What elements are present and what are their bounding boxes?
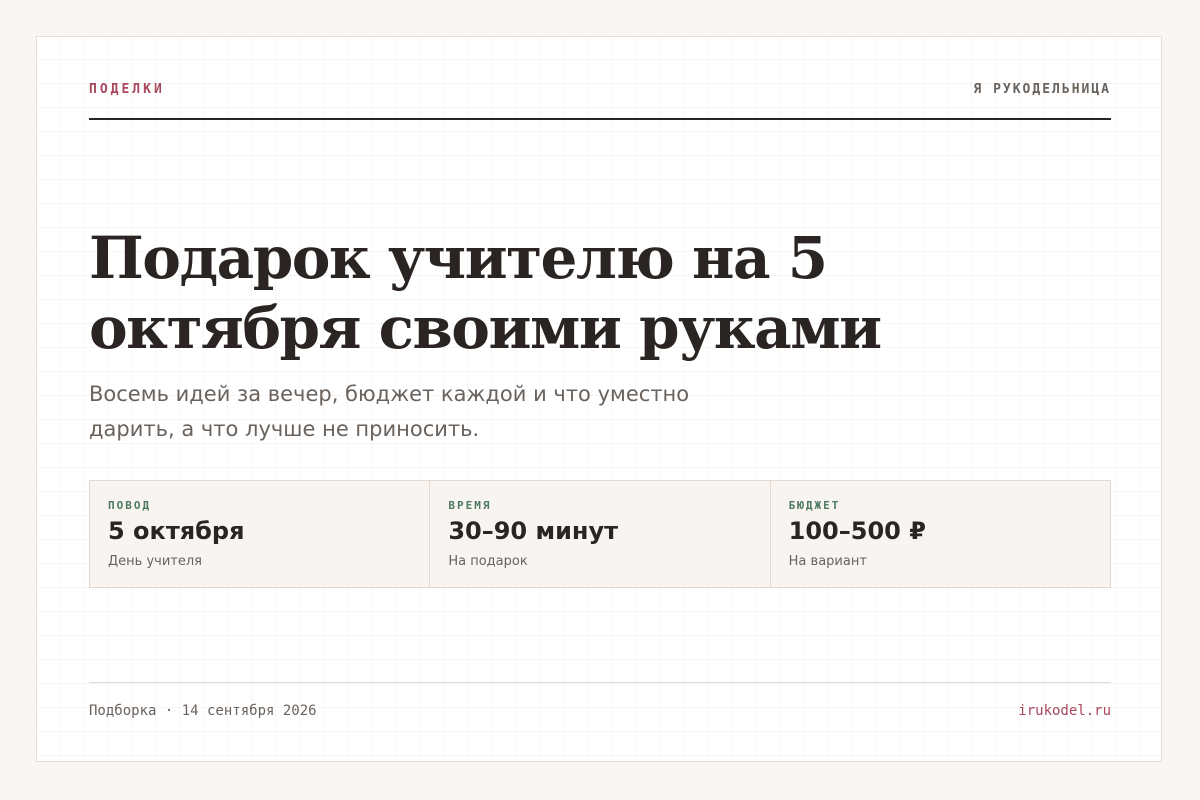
- stat-label: ВРЕМЯ: [448, 499, 492, 512]
- category-link[interactable]: ПОДЕЛКИ: [89, 82, 165, 97]
- stat-note: День учителя: [108, 554, 202, 569]
- stat-occasion: ПОВОД 5 октября День учителя: [90, 481, 431, 587]
- stat-value: 30–90 минут: [448, 517, 619, 545]
- stat-time: ВРЕМЯ 30–90 минут На подарок: [430, 481, 771, 587]
- article-subtitle: Восемь идей за вечер, бюджет каждой и чт…: [89, 382, 690, 441]
- stats-panel: ПОВОД 5 октября День учителя ВРЕМЯ 30–90…: [89, 480, 1111, 588]
- stat-label: ПОВОД: [108, 499, 152, 512]
- top-bar: ПОДЕЛКИ Я РУКОДЕЛЬНИЦА: [89, 82, 1111, 120]
- article-title: Подарок учителю на 5 октября своими рука…: [89, 224, 882, 362]
- stat-note: На вариант: [788, 554, 867, 569]
- site-brand[interactable]: Я РУКОДЕЛЬНИЦА: [973, 82, 1111, 97]
- footer-meta: Подборка · 14 сентября 2026: [89, 703, 317, 719]
- article-card: ПОДЕЛКИ Я РУКОДЕЛЬНИЦА Подарок учителю н…: [36, 36, 1162, 762]
- stat-value: 5 октября: [108, 517, 245, 545]
- stat-label: БЮДЖЕТ: [788, 499, 841, 512]
- stat-value: 100–500 ₽: [788, 517, 926, 545]
- stat-note: На подарок: [448, 554, 528, 569]
- stat-budget: БЮДЖЕТ 100–500 ₽ На вариант: [771, 481, 1110, 587]
- footer-site-link[interactable]: irukodel.ru: [1018, 703, 1111, 719]
- footer: Подборка · 14 сентября 2026 irukodel.ru: [89, 682, 1111, 723]
